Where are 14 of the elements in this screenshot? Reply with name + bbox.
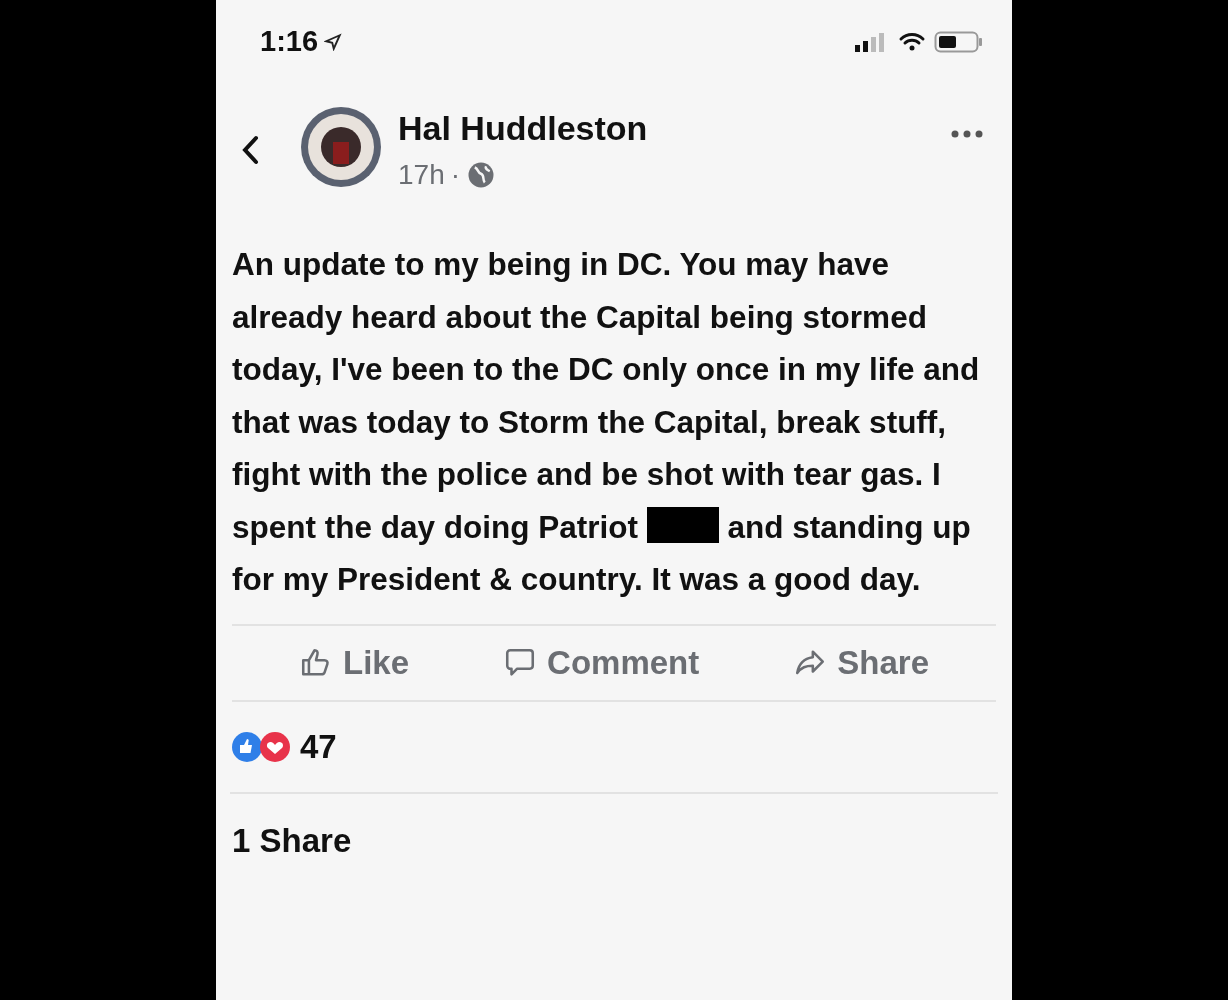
clock-time: 1:16 [260,24,319,60]
battery-icon [934,30,984,54]
author-name[interactable]: Hal Huddleston [398,106,648,150]
post-action-button[interactable]: Share [789,637,933,688]
post-text: An update to my being in DC. You may have already heard about the Capital being stormed today, I've been to the DC only once in my life and that was today to Storm the Capital, break stuff, fight with the police and be shot with tear gas. I spent the day doing Patriot and standing up for my President & country. It was a good day. [232,245,981,599]
wifi-icon [898,31,926,53]
share-count[interactable]: 1 Share [232,815,352,866]
separator-dot: · [450,158,461,192]
post-action-button[interactable]: Comment [499,637,704,688]
location-arrow-icon [324,33,343,51]
post-action-button[interactable]: Like [295,637,414,688]
post-time: 17h [398,158,445,192]
reaction-count[interactable]: 47 [300,721,337,772]
more-icon [950,130,984,138]
